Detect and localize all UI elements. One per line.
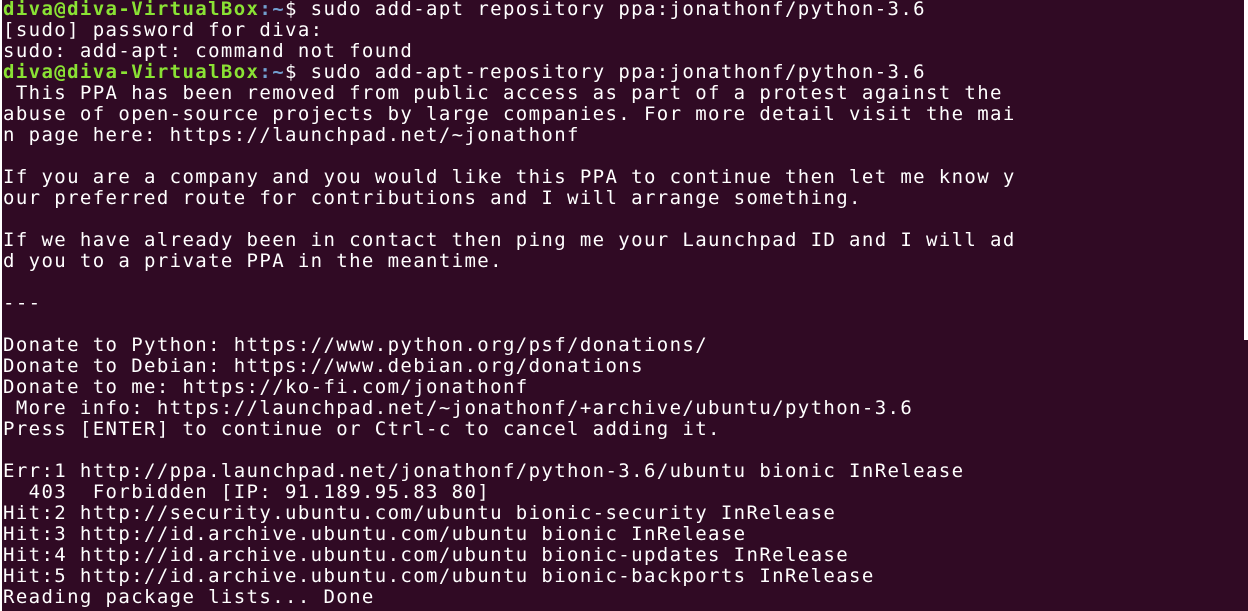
output-line: d you to a private PPA in the meantime. bbox=[3, 250, 503, 272]
output-line: Press [ENTER] to continue or Ctrl-c to c… bbox=[3, 418, 721, 440]
output-line: --- bbox=[3, 292, 42, 314]
window-edge bbox=[0, 0, 2, 611]
output-line: sudo: add-apt: command not found bbox=[3, 40, 414, 62]
output-line: Hit:5 http://id.archive.ubuntu.com/ubunt… bbox=[3, 565, 875, 587]
prompt-symbol: $ bbox=[285, 61, 311, 83]
output-line: Hit:3 http://id.archive.ubuntu.com/ubunt… bbox=[3, 523, 747, 545]
output-line: [sudo] password for diva: bbox=[3, 19, 324, 41]
prompt-user: diva@diva-VirtualBox bbox=[3, 0, 260, 20]
output-line: More info: https://launchpad.net/~jonath… bbox=[3, 397, 914, 419]
output-line: If you are a company and you would like … bbox=[3, 166, 1016, 188]
output-line: Reading package lists... Done bbox=[3, 586, 375, 608]
command-text: sudo add-apt repository ppa:jonathonf/py… bbox=[310, 0, 926, 20]
output-line: If we have already been in contact then … bbox=[3, 229, 1016, 251]
output-line: This PPA has been removed from public ac… bbox=[3, 82, 1003, 104]
prompt-user: diva@diva-VirtualBox bbox=[3, 61, 260, 83]
command-text: sudo add-apt-repository ppa:jonathonf/py… bbox=[310, 61, 926, 83]
terminal-window[interactable]: diva@diva-VirtualBox:~$ sudo add-apt rep… bbox=[0, 0, 1248, 611]
output-line: abuse of open-source projects by large c… bbox=[3, 103, 1016, 125]
terminal-output: diva@diva-VirtualBox:~$ sudo add-apt rep… bbox=[3, 0, 1016, 608]
prompt-line: diva@diva-VirtualBox:~$ sudo add-apt-rep… bbox=[3, 62, 1016, 83]
scrollbar-thumb[interactable] bbox=[1244, 0, 1248, 340]
output-line: n page here: https://launchpad.net/~jona… bbox=[3, 124, 580, 146]
output-line: 403 Forbidden [IP: 91.189.95.83 80] bbox=[3, 481, 491, 503]
output-line: Donate to Python: https://www.python.org… bbox=[3, 334, 709, 356]
output-line: Hit:2 http://security.ubuntu.com/ubuntu … bbox=[3, 502, 837, 524]
output-line: Donate to Debian: https://www.debian.org… bbox=[3, 355, 644, 377]
output-line: Err:1 http://ppa.launchpad.net/jonathonf… bbox=[3, 460, 965, 482]
output-line: Donate to me: https://ko-fi.com/jonathon… bbox=[3, 376, 529, 398]
output-line: our preferred route for contributions an… bbox=[3, 187, 862, 209]
output-line: Hit:4 http://id.archive.ubuntu.com/ubunt… bbox=[3, 544, 850, 566]
prompt-line: diva@diva-VirtualBox:~$ sudo add-apt rep… bbox=[3, 0, 1016, 20]
prompt-path: :~ bbox=[259, 0, 286, 20]
prompt-path: :~ bbox=[259, 61, 286, 83]
prompt-symbol: $ bbox=[285, 0, 311, 20]
